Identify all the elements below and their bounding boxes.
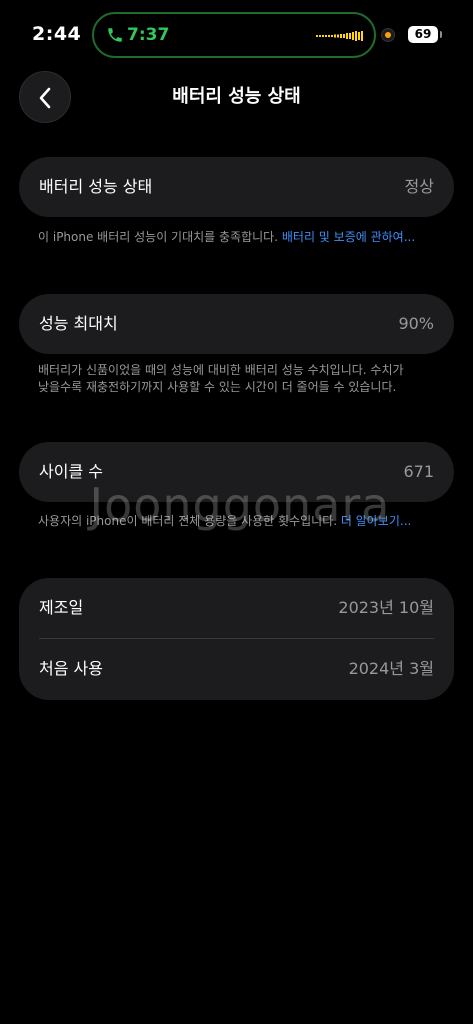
phone-icon <box>108 28 122 42</box>
back-button[interactable] <box>19 71 71 123</box>
navigation-bar: 배터리 성능 상태 <box>0 70 473 126</box>
battery-health-footnote: 이 iPhone 배터리 성능이 기대치를 충족합니다. 배터리 및 보증에 관… <box>38 229 418 246</box>
recording-indicator-icon <box>381 28 395 42</box>
dynamic-island-call[interactable]: 7:37 <box>92 12 376 58</box>
maximum-capacity-footnote: 배터리가 신품이었을 때의 성능에 대비한 배터리 성능 수치입니다. 수치가 … <box>38 363 404 394</box>
cycle-count-label: 사이클 수 <box>39 462 103 481</box>
call-duration: 7:37 <box>127 25 170 45</box>
learn-more-link[interactable]: 더 알아보기... <box>341 514 411 528</box>
status-bar: 2:44 7:37 69 <box>0 0 473 70</box>
manufacture-date-value: 2023년 10월 <box>338 598 434 617</box>
battery-health-footnote-text: 이 iPhone 배터리 성능이 기대치를 충족합니다. <box>38 230 282 244</box>
battery-health-row: 배터리 성능 상태 정상 <box>19 157 454 217</box>
battery-health-card: 배터리 성능 상태 정상 <box>19 157 454 217</box>
waveform-icon <box>316 31 363 41</box>
battery-tip <box>440 31 442 38</box>
status-time: 2:44 <box>32 23 82 45</box>
first-use-label: 처음 사용 <box>39 659 103 678</box>
cycle-count-footnote: 사용자의 iPhone이 배터리 전체 용량을 사용한 횟수입니다. 더 알아보… <box>38 513 418 530</box>
manufacture-date-label: 제조일 <box>39 598 84 617</box>
first-use-row: 처음 사용 2024년 3월 <box>19 638 454 700</box>
cycle-count-value: 671 <box>403 462 434 481</box>
maximum-capacity-value: 90% <box>398 314 434 333</box>
battery-health-label: 배터리 성능 상태 <box>39 177 153 196</box>
battery-warranty-link[interactable]: 배터리 및 보증에 관하여... <box>282 230 415 244</box>
battery-health-value: 정상 <box>404 177 434 196</box>
battery-icon: 69 <box>408 26 438 43</box>
maximum-capacity-row: 성능 최대치 90% <box>19 294 454 354</box>
battery-dates-card: 제조일 2023년 10월 처음 사용 2024년 3월 <box>19 578 454 700</box>
chevron-left-icon <box>39 87 51 109</box>
maximum-capacity-label: 성능 최대치 <box>39 314 118 333</box>
cycle-count-row: 사이클 수 671 <box>19 442 454 502</box>
first-use-value: 2024년 3월 <box>348 659 434 678</box>
cycle-count-card: 사이클 수 671 <box>19 442 454 502</box>
maximum-capacity-card: 성능 최대치 90% <box>19 294 454 354</box>
manufacture-date-row: 제조일 2023년 10월 <box>19 578 454 638</box>
cycle-count-footnote-text: 사용자의 iPhone이 배터리 전체 용량을 사용한 횟수입니다. <box>38 514 341 528</box>
